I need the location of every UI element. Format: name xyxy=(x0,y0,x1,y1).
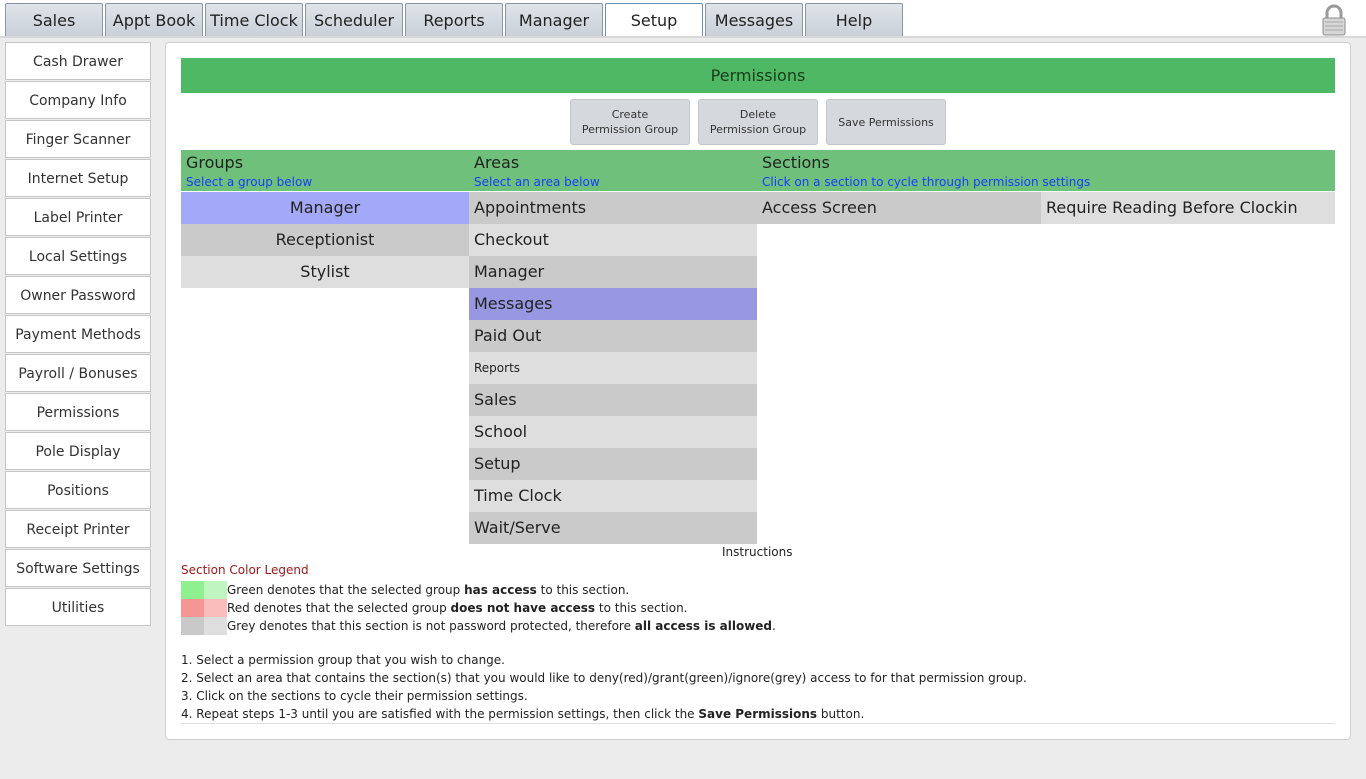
sections-heading: Sections xyxy=(762,153,830,172)
green-swatch xyxy=(181,581,204,599)
areas-hint: Select an area below xyxy=(474,175,600,189)
page-title: Permissions xyxy=(181,58,1335,93)
sidebar-item-finger-scanner[interactable]: Finger Scanner xyxy=(5,120,151,158)
sidebar-item-payment-methods[interactable]: Payment Methods xyxy=(5,315,151,353)
legend-title: Section Color Legend xyxy=(181,563,309,577)
area-item-sales[interactable]: Sales xyxy=(469,384,757,416)
create-permission-group-button[interactable]: Create Permission Group xyxy=(570,99,690,145)
tab-sales[interactable]: Sales xyxy=(5,3,103,36)
step-bold: Save Permissions xyxy=(698,707,818,721)
group-item-receptionist[interactable]: Receptionist xyxy=(181,224,469,256)
tab-manager[interactable]: Manager xyxy=(505,3,603,36)
section-item-access-screen[interactable]: Access Screen xyxy=(757,192,1041,224)
group-item-manager[interactable]: Manager xyxy=(181,192,469,224)
legend-text: Grey denotes that this section is not pa… xyxy=(227,619,635,633)
sidebar-item-internet-setup[interactable]: Internet Setup xyxy=(5,159,151,197)
instruction-step-3: 3. Click on the sections to cycle their … xyxy=(181,689,528,703)
area-item-school[interactable]: School xyxy=(469,416,757,448)
legend-text-end: to this section. xyxy=(536,583,630,597)
groups-heading: Groups xyxy=(186,153,244,172)
sidebar-item-utilities[interactable]: Utilities xyxy=(5,588,151,626)
legend-bold: all access is allowed xyxy=(634,619,773,633)
grey-swatch-light xyxy=(204,617,227,635)
red-swatch xyxy=(181,599,204,617)
sidebar-item-pole-display[interactable]: Pole Display xyxy=(5,432,151,470)
sections-hint: Click on a section to cycle through perm… xyxy=(762,175,1091,189)
instructions-title: Instructions xyxy=(722,545,793,559)
legend-text: Red denotes that the selected group xyxy=(227,601,451,615)
divider xyxy=(181,723,1335,724)
top-nav-bar: Sales Appt Book Time Clock Scheduler Rep… xyxy=(0,0,1366,38)
sidebar-item-cash-drawer[interactable]: Cash Drawer xyxy=(5,42,151,80)
sidebar-item-company-info[interactable]: Company Info xyxy=(5,81,151,119)
instruction-step-2: 2. Select an area that contains the sect… xyxy=(181,671,1027,685)
area-item-appointments[interactable]: Appointments xyxy=(469,192,757,224)
permissions-panel: Permissions Create Permission Group Dele… xyxy=(165,42,1351,740)
tab-divider xyxy=(0,36,1366,38)
tab-help[interactable]: Help xyxy=(805,3,903,36)
sidebar-item-receipt-printer[interactable]: Receipt Printer xyxy=(5,510,151,548)
sidebar-item-label-printer[interactable]: Label Printer xyxy=(5,198,151,236)
section-item-require-reading[interactable]: Require Reading Before Clockin xyxy=(1041,192,1335,224)
legend-bold: has access xyxy=(464,583,537,597)
groups-hint: Select a group below xyxy=(186,175,313,189)
legend-text-end: . xyxy=(772,619,776,633)
step-text: 2. Select an area that contains the sect… xyxy=(181,671,1027,685)
area-item-messages[interactable]: Messages xyxy=(469,288,757,320)
tab-time-clock[interactable]: Time Clock xyxy=(205,3,303,36)
tab-scheduler[interactable]: Scheduler xyxy=(305,3,403,36)
area-item-paid-out[interactable]: Paid Out xyxy=(469,320,757,352)
sidebar-item-positions[interactable]: Positions xyxy=(5,471,151,509)
tab-reports[interactable]: Reports xyxy=(405,3,503,36)
sidebar-item-payroll-bonuses[interactable]: Payroll / Bonuses xyxy=(5,354,151,392)
legend-text: Green denotes that the selected group xyxy=(227,583,465,597)
legend-bold: does not have access xyxy=(450,601,596,615)
step-text: 1. Select a permission group that you wi… xyxy=(181,653,505,667)
tab-appt-book[interactable]: Appt Book xyxy=(105,3,203,36)
area-item-manager[interactable]: Manager xyxy=(469,256,757,288)
areas-heading: Areas xyxy=(474,153,520,172)
area-item-setup[interactable]: Setup xyxy=(469,448,757,480)
sidebar-item-local-settings[interactable]: Local Settings xyxy=(5,237,151,275)
red-swatch-light xyxy=(204,599,227,617)
columns-header: Groups Select a group below Areas Select… xyxy=(181,150,1335,191)
group-item-stylist[interactable]: Stylist xyxy=(181,256,469,288)
area-item-wait-serve[interactable]: Wait/Serve xyxy=(469,512,757,544)
lock-icon[interactable] xyxy=(1320,4,1348,36)
area-item-checkout[interactable]: Checkout xyxy=(469,224,757,256)
grey-swatch xyxy=(181,617,204,635)
instruction-step-1: 1. Select a permission group that you wi… xyxy=(181,653,505,667)
save-permissions-button[interactable]: Save Permissions xyxy=(826,99,946,145)
sidebar-item-permissions[interactable]: Permissions xyxy=(5,393,151,431)
tab-setup[interactable]: Setup xyxy=(605,3,703,36)
sidebar-item-owner-password[interactable]: Owner Password xyxy=(5,276,151,314)
tab-messages[interactable]: Messages xyxy=(705,3,803,36)
delete-permission-group-button[interactable]: Delete Permission Group xyxy=(698,99,818,145)
area-item-reports[interactable]: Reports xyxy=(469,352,757,384)
green-swatch-light xyxy=(204,581,227,599)
area-item-time-clock[interactable]: Time Clock xyxy=(469,480,757,512)
legend-text-end: to this section. xyxy=(595,601,688,615)
step-text: 4. Repeat steps 1-3 until you are satisf… xyxy=(181,707,699,721)
step-text-end: button. xyxy=(817,707,865,721)
sidebar-item-software-settings[interactable]: Software Settings xyxy=(5,549,151,587)
instruction-step-4: 4. Repeat steps 1-3 until you are satisf… xyxy=(181,707,864,721)
step-text: 3. Click on the sections to cycle their … xyxy=(181,689,528,703)
